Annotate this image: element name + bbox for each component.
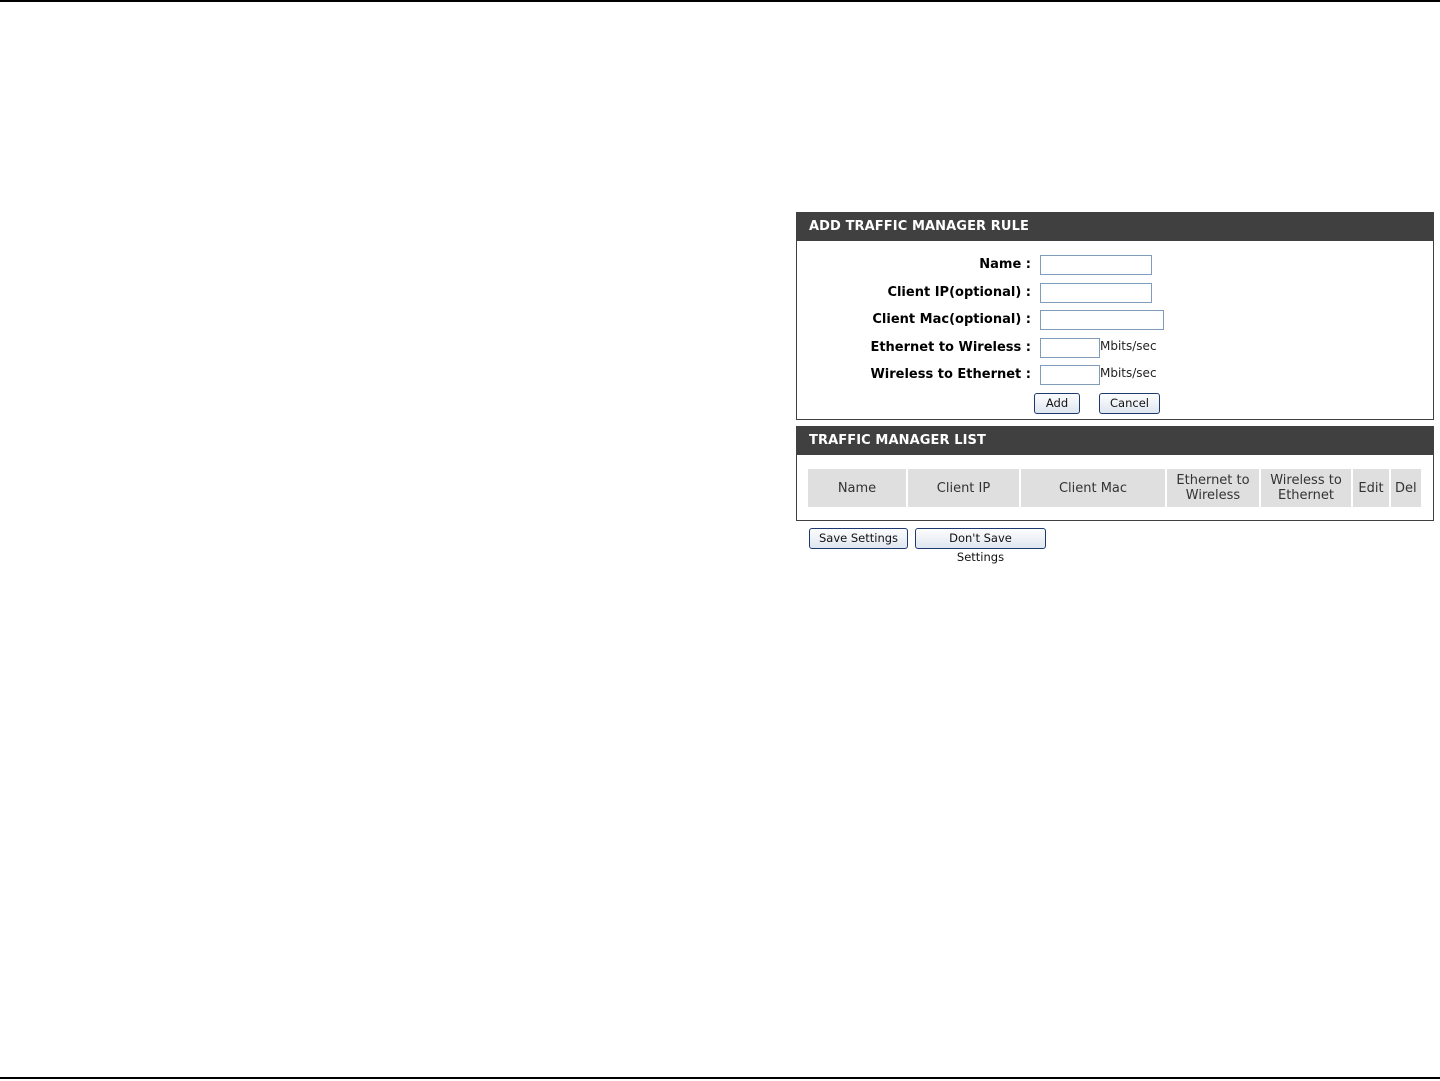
name-label: Name : bbox=[979, 257, 1031, 272]
wireless-to-ethernet-row: Wireless to Ethernet : Mbits/sec bbox=[797, 364, 1433, 388]
client-ip-row: Client IP(optional) : bbox=[797, 282, 1433, 306]
bottom-border-line bbox=[0, 1077, 1440, 1079]
dont-save-settings-button[interactable]: Don't Save Settings bbox=[915, 528, 1046, 564]
add-button[interactable]: Add bbox=[1034, 393, 1080, 414]
ethernet-to-wireless-unit: Mbits/sec bbox=[1100, 339, 1157, 353]
column-header-client-mac: Client Mac bbox=[1021, 469, 1165, 507]
column-header-client-ip: Client IP bbox=[908, 469, 1019, 507]
ethernet-to-wireless-row: Ethernet to Wireless : Mbits/sec bbox=[797, 337, 1433, 361]
add-rule-header: ADD TRAFFIC MANAGER RULE bbox=[797, 213, 1433, 241]
client-mac-input[interactable] bbox=[1040, 310, 1164, 330]
traffic-manager-list-panel: TRAFFIC MANAGER LIST Name Client IP Clie… bbox=[796, 426, 1434, 521]
cancel-button[interactable]: Cancel bbox=[1099, 393, 1160, 414]
wireless-to-ethernet-unit: Mbits/sec bbox=[1100, 366, 1157, 380]
save-settings-button[interactable]: Save Settings bbox=[809, 528, 908, 549]
traffic-manager-table: Name Client IP Client Mac Ethernet to Wi… bbox=[806, 467, 1423, 509]
name-row: Name : bbox=[797, 254, 1433, 278]
client-mac-row: Client Mac(optional) : bbox=[797, 309, 1433, 333]
ethernet-to-wireless-input[interactable] bbox=[1040, 338, 1100, 358]
client-ip-input[interactable] bbox=[1040, 283, 1152, 303]
column-header-del: Del bbox=[1391, 469, 1421, 507]
column-header-edit: Edit bbox=[1353, 469, 1389, 507]
client-ip-label: Client IP(optional) : bbox=[887, 285, 1031, 300]
column-header-wireless-to-ethernet: Wireless to Ethernet bbox=[1261, 469, 1351, 507]
table-header-row: Name Client IP Client Mac Ethernet to Wi… bbox=[808, 469, 1421, 507]
top-border-line bbox=[0, 0, 1440, 2]
ethernet-to-wireless-label: Ethernet to Wireless : bbox=[870, 340, 1031, 355]
add-traffic-manager-rule-panel: ADD TRAFFIC MANAGER RULE Name : Client I… bbox=[796, 212, 1434, 420]
wireless-to-ethernet-label: Wireless to Ethernet : bbox=[870, 367, 1031, 382]
name-input[interactable] bbox=[1040, 255, 1152, 275]
column-header-name: Name bbox=[808, 469, 906, 507]
list-header: TRAFFIC MANAGER LIST bbox=[797, 427, 1433, 455]
column-header-ethernet-to-wireless: Ethernet to Wireless bbox=[1167, 469, 1259, 507]
wireless-to-ethernet-input[interactable] bbox=[1040, 365, 1100, 385]
client-mac-label: Client Mac(optional) : bbox=[872, 312, 1031, 327]
